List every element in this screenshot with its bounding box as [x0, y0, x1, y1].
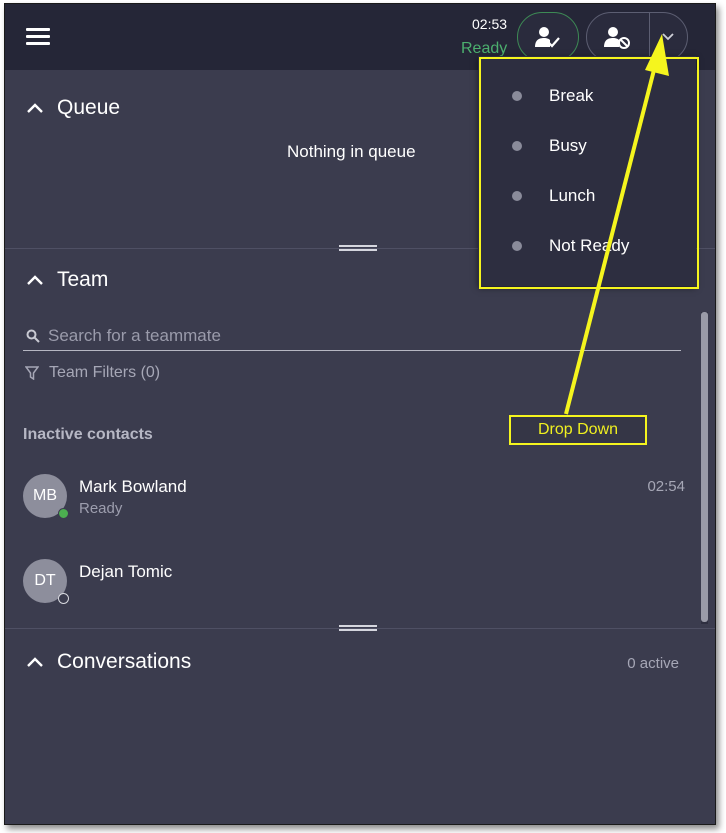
app-window: 02:53 Ready Queue Nothing in queue Team … — [4, 3, 716, 825]
annotation-callout: Drop Down — [509, 415, 647, 445]
annotation-arrow — [564, 34, 669, 415]
